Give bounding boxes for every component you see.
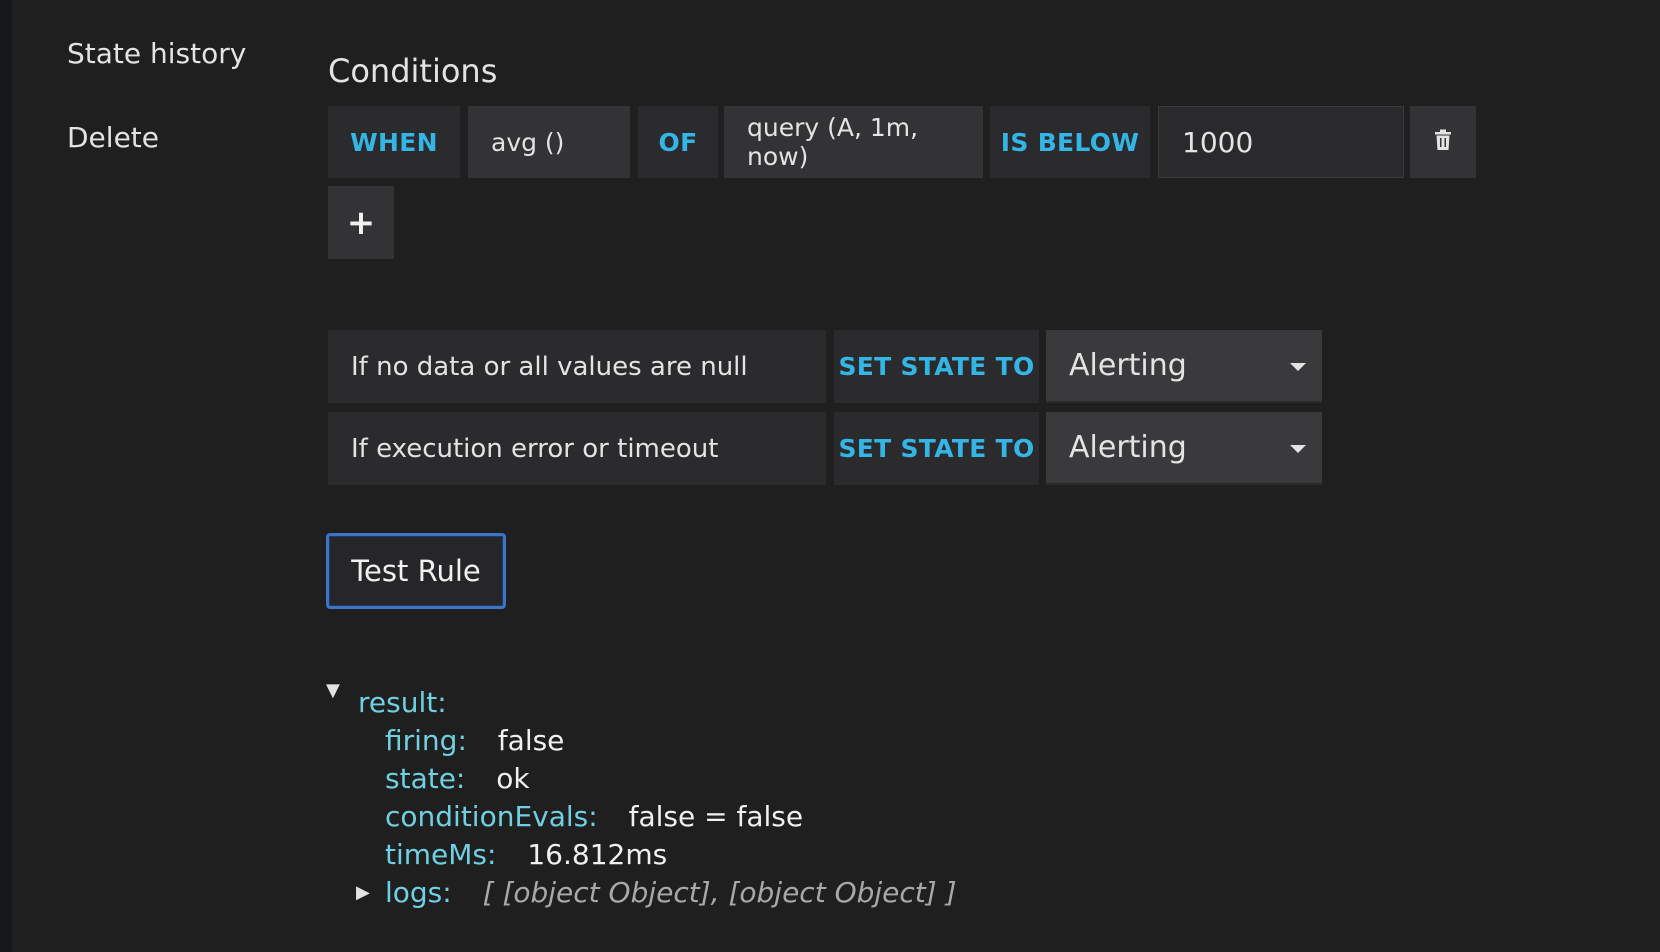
logs-value: [ [object Object], [object Object] ]: [482, 876, 957, 909]
no-data-state-select[interactable]: Alerting: [1046, 330, 1322, 403]
chevron-down-icon: [1290, 445, 1306, 453]
exec-error-state-select[interactable]: Alerting: [1046, 412, 1322, 485]
test-rule-button[interactable]: Test Rule: [326, 533, 506, 609]
evaluator-selector[interactable]: IS BELOW: [990, 106, 1150, 178]
nav-state-history[interactable]: State history: [67, 40, 246, 68]
set-state-keyword: SET STATE TO: [834, 412, 1039, 485]
nav-delete[interactable]: Delete: [67, 124, 159, 152]
firing-value: false: [497, 724, 565, 757]
result-key: result:: [358, 686, 447, 719]
condition-evals-value: false = false: [628, 800, 804, 833]
set-state-keyword: SET STATE TO: [834, 330, 1039, 403]
trash-icon: [1434, 128, 1452, 157]
firing-key: firing:: [385, 724, 467, 757]
no-data-state-value: Alerting: [1069, 348, 1187, 383]
collapse-triangle-icon[interactable]: ▼: [326, 680, 340, 701]
exec-error-state-value: Alerting: [1069, 430, 1187, 465]
expand-triangle-icon[interactable]: ▶: [356, 882, 370, 903]
no-data-label: If no data or all values are null: [328, 330, 826, 403]
state-key: state:: [385, 762, 466, 795]
chevron-down-icon: [1290, 363, 1306, 371]
of-keyword: OF: [638, 106, 718, 178]
delete-condition-button[interactable]: [1410, 106, 1476, 178]
threshold-input[interactable]: 1000: [1158, 106, 1404, 178]
logs-key: logs:: [385, 876, 452, 909]
condition-evals-key: conditionEvals:: [385, 800, 598, 833]
query-selector[interactable]: query (A, 1m, now): [724, 106, 983, 178]
when-keyword: WHEN: [328, 106, 460, 178]
exec-error-label: If execution error or timeout: [328, 412, 826, 485]
add-condition-button[interactable]: +: [328, 186, 394, 259]
conditions-title: Conditions: [328, 52, 498, 90]
time-ms-value: 16.812ms: [527, 838, 668, 871]
time-ms-key: timeMs:: [385, 838, 497, 871]
left-edge: [0, 0, 12, 952]
reducer-selector[interactable]: avg (): [468, 106, 630, 178]
state-value: ok: [496, 762, 530, 795]
